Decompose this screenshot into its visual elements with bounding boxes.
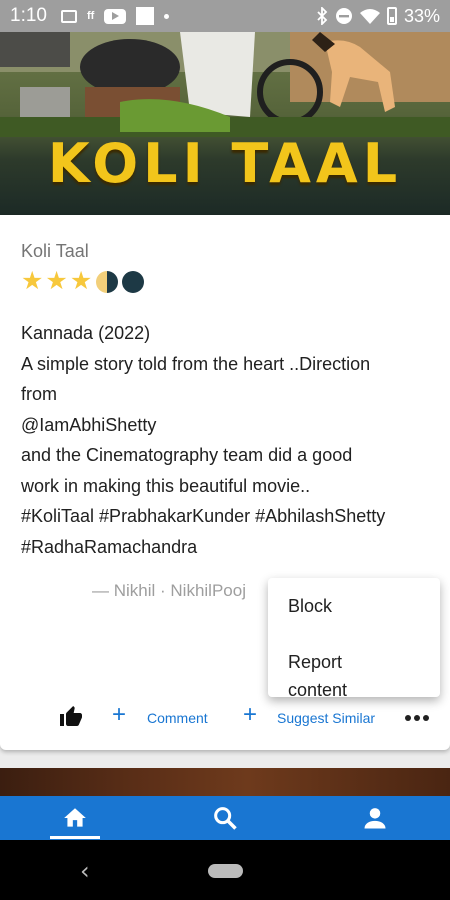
- review-line: from: [21, 384, 57, 404]
- ff-notification-icon: ff: [86, 10, 95, 22]
- review-line: and the Cinematography team did a good: [21, 445, 353, 465]
- star-empty-icon: [122, 271, 145, 293]
- review-text: Kannada (2022) A simple story told from …: [21, 318, 431, 562]
- hero-title: KOLI TAAL: [47, 132, 403, 195]
- movie-title[interactable]: Koli Taal: [21, 241, 89, 262]
- star-full-icon: ★: [21, 267, 44, 295]
- back-icon[interactable]: ‹: [80, 857, 90, 885]
- search-icon: [214, 807, 237, 830]
- review-line: #RadhaRamachandra: [21, 536, 198, 557]
- nav-search[interactable]: [195, 796, 255, 840]
- nav-home[interactable]: [45, 796, 105, 840]
- review-line: work in making this beautiful movie..: [21, 475, 311, 496]
- youtube-notification-icon: [104, 8, 127, 24]
- nav-profile[interactable]: [345, 796, 405, 840]
- profile-icon: [364, 808, 386, 829]
- review-attribution[interactable]: — Nikhil · NikhilPooj: [92, 581, 246, 601]
- bottom-navigation: [0, 796, 450, 840]
- hero-image[interactable]: KOLI TAAL: [0, 32, 450, 215]
- review-line: #KoliTaal #PrabhakarKunder #AbhilashShet…: [21, 506, 386, 526]
- app-notification-icon: [136, 7, 155, 25]
- overflow-menu: Block Report content: [268, 578, 440, 697]
- system-navigation-bar: ‹: [0, 840, 450, 900]
- menu-item-block[interactable]: Block: [288, 592, 332, 620]
- bluetooth-icon: [317, 7, 328, 25]
- more-notifications-icon: [164, 13, 170, 19]
- suggest-similar-button[interactable]: Suggest Similar: [277, 710, 375, 726]
- star-half-icon: [96, 271, 119, 293]
- next-post-image[interactable]: [0, 768, 450, 798]
- battery-icon: [386, 7, 397, 25]
- notification-icon: [60, 9, 77, 23]
- nav-active-indicator: [50, 836, 100, 839]
- comment-button[interactable]: Comment: [147, 710, 208, 726]
- wifi-icon: [359, 9, 380, 24]
- review-line: A simple story told from the heart ..Dir…: [21, 353, 371, 374]
- home-pill-icon[interactable]: [208, 864, 243, 878]
- status-time: 1:10: [10, 5, 47, 26]
- star-full-icon: ★: [69, 267, 93, 295]
- status-bar: 1:10 ff 33%: [0, 0, 450, 32]
- menu-item-report-content[interactable]: Report content: [288, 648, 368, 697]
- star-full-icon: ★: [45, 267, 68, 295]
- review-line: @IamAbhiShetty: [21, 414, 157, 435]
- review-line: Kannada (2022): [21, 323, 151, 343]
- rating-stars: ★ ★ ★: [21, 267, 145, 295]
- battery-percent: 33%: [403, 5, 440, 26]
- add-comment-icon[interactable]: +: [112, 701, 126, 729]
- home-icon: [64, 808, 86, 827]
- action-bar: + Comment + Suggest Similar: [0, 701, 450, 734]
- more-options-icon[interactable]: [405, 715, 429, 721]
- dnd-icon: [335, 8, 352, 24]
- like-icon[interactable]: [58, 705, 84, 734]
- suggest-plus-icon[interactable]: +: [243, 701, 257, 729]
